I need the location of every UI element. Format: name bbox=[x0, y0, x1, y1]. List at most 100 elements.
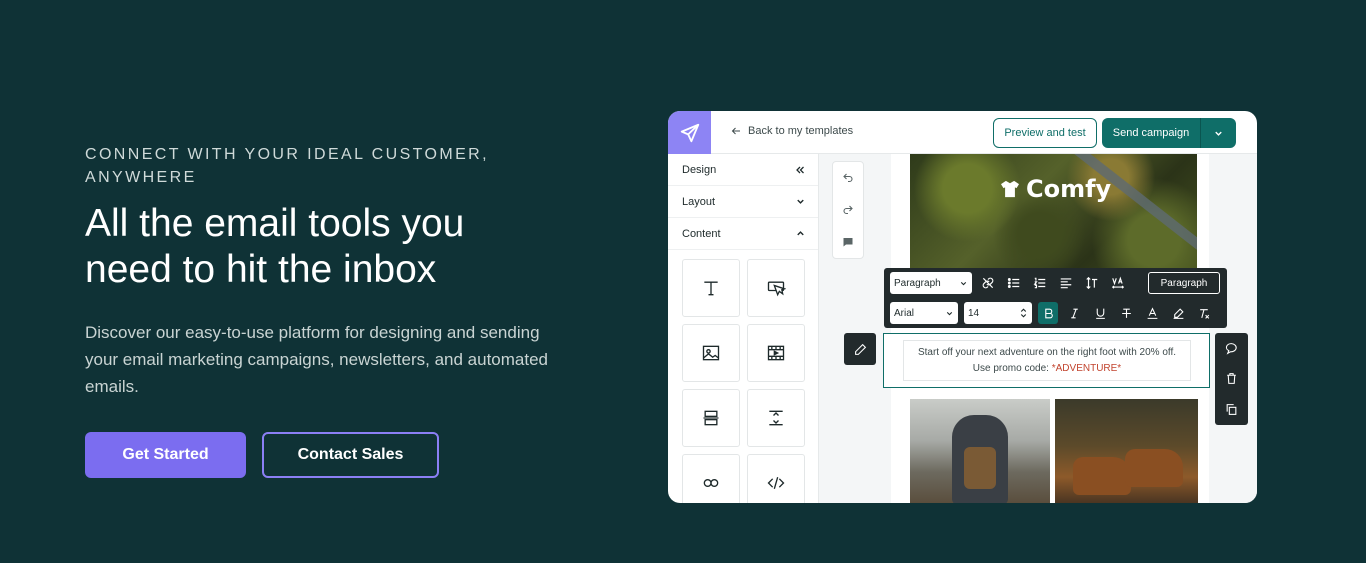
undo-icon bbox=[843, 173, 853, 183]
editor-topbar: Back to my templates Preview and test Se… bbox=[668, 111, 1257, 154]
trash-icon[interactable] bbox=[1225, 372, 1238, 385]
collapse-double-chevron-icon[interactable] bbox=[794, 164, 806, 176]
spacer-block-tile[interactable] bbox=[747, 389, 805, 447]
numbered-list-button[interactable] bbox=[1030, 272, 1050, 294]
align-left-icon bbox=[1060, 278, 1072, 289]
image-block-tile[interactable] bbox=[682, 324, 740, 382]
boot-right bbox=[1125, 449, 1183, 487]
image-icon bbox=[702, 345, 720, 361]
underline-button[interactable] bbox=[1090, 302, 1110, 324]
promo-code: *ADVENTURE* bbox=[1051, 363, 1122, 374]
video-block-tile[interactable] bbox=[747, 324, 805, 382]
italic-icon bbox=[1070, 308, 1078, 318]
tshirt-icon bbox=[1001, 180, 1019, 198]
code-icon bbox=[767, 476, 785, 490]
numbered-list-icon bbox=[1033, 277, 1046, 289]
stepper-arrows-icon bbox=[1020, 308, 1027, 318]
boot-left bbox=[1073, 457, 1131, 495]
clear-formatting-button[interactable] bbox=[1194, 302, 1214, 324]
send-campaign-button[interactable]: Send campaign bbox=[1102, 118, 1236, 148]
button-block-tile[interactable] bbox=[747, 259, 805, 317]
content-blocks-grid bbox=[682, 259, 805, 503]
sidebar-content-label: Content bbox=[682, 227, 721, 240]
arrow-left-icon bbox=[731, 127, 740, 135]
edit-block-button[interactable] bbox=[844, 333, 876, 365]
duplicate-icon[interactable] bbox=[1225, 403, 1238, 416]
chevron-down-icon bbox=[1215, 131, 1222, 136]
promo-line-2: Use promo code: *ADVENTURE* bbox=[904, 361, 1190, 377]
link-off-icon bbox=[982, 277, 994, 289]
text-color-button[interactable] bbox=[1142, 302, 1162, 324]
sidebar-design-label: Design bbox=[682, 163, 717, 176]
unlink-button[interactable] bbox=[978, 272, 998, 294]
cursor-click-icon bbox=[767, 281, 786, 297]
bold-button[interactable] bbox=[1038, 302, 1058, 324]
underline-icon bbox=[1095, 308, 1105, 319]
hero-headline: All the email tools you need to hit the … bbox=[85, 202, 465, 291]
video-icon bbox=[767, 345, 785, 361]
preview-and-test-button[interactable]: Preview and test bbox=[993, 118, 1097, 148]
hero-description: Discover our easy-to-use platform for de… bbox=[85, 323, 549, 396]
block-type-select[interactable]: Paragraph bbox=[890, 272, 972, 294]
hero-eyebrow: CONNECT WITH YOUR IDEAL CUSTOMER, ANYWHE… bbox=[85, 146, 489, 186]
redo-button[interactable] bbox=[833, 194, 863, 226]
font-size-stepper[interactable]: 14 bbox=[964, 302, 1032, 324]
back-link-label: Back to my templates bbox=[748, 125, 854, 137]
comment-icon bbox=[843, 238, 853, 247]
text-icon bbox=[704, 281, 718, 296]
line-height-icon bbox=[1086, 276, 1098, 290]
text-block-tile[interactable] bbox=[682, 259, 740, 317]
strikethrough-icon bbox=[1121, 308, 1131, 318]
font-family-value: Arial bbox=[894, 307, 915, 319]
contact-sales-button[interactable]: Contact Sales bbox=[262, 432, 439, 478]
font-family-select[interactable]: Arial bbox=[890, 302, 958, 324]
banner-road bbox=[1058, 154, 1197, 265]
sidebar-item-layout[interactable]: Layout bbox=[668, 186, 818, 218]
cta-group: Get Started Contact Sales bbox=[85, 432, 439, 478]
strikethrough-button[interactable] bbox=[1116, 302, 1136, 324]
comments-button[interactable] bbox=[833, 226, 863, 258]
text-block-content[interactable]: Start off your next adventure on the rig… bbox=[903, 340, 1191, 381]
block-type-value: Paragraph bbox=[894, 277, 941, 289]
backpack bbox=[964, 447, 996, 489]
get-started-button[interactable]: Get Started bbox=[85, 432, 246, 478]
sidebar-item-design[interactable]: Design bbox=[668, 154, 818, 186]
promo-prefix: Use promo code: bbox=[972, 363, 1052, 374]
paper-plane-logo bbox=[668, 111, 711, 154]
formatting-row-bottom: Arial 14 bbox=[890, 302, 1214, 324]
text-color-icon bbox=[1147, 306, 1157, 319]
paragraph-style-button[interactable]: Paragraph bbox=[1148, 272, 1220, 294]
chevron-up-icon bbox=[797, 231, 804, 236]
bold-icon bbox=[1044, 308, 1053, 318]
letter-spacing-button[interactable] bbox=[1108, 272, 1128, 294]
paper-plane-icon bbox=[680, 123, 699, 142]
html-block-tile[interactable] bbox=[747, 454, 805, 503]
redo-icon bbox=[843, 205, 853, 215]
hiker-photo bbox=[910, 399, 1050, 503]
clear-format-icon bbox=[1199, 308, 1209, 319]
formatting-row-top: Paragraph bbox=[890, 272, 1128, 294]
undo-button[interactable] bbox=[833, 162, 863, 194]
brand-name: Comfy bbox=[1026, 175, 1112, 203]
comment-icon[interactable] bbox=[1225, 342, 1238, 355]
back-to-templates-link[interactable]: Back to my templates bbox=[730, 125, 853, 137]
social-links-icon bbox=[703, 479, 719, 487]
email-editor-preview: Back to my templates Preview and test Se… bbox=[668, 111, 1257, 503]
block-actions-toolbar bbox=[1215, 333, 1248, 425]
align-button[interactable] bbox=[1056, 272, 1076, 294]
social-block-tile[interactable] bbox=[682, 454, 740, 503]
boots-photo bbox=[1055, 399, 1198, 503]
line-height-button[interactable] bbox=[1082, 272, 1102, 294]
brand-banner-image: Comfy bbox=[910, 154, 1197, 269]
bulleted-list-button[interactable] bbox=[1004, 272, 1024, 294]
chevron-down-icon bbox=[797, 199, 804, 204]
brand-logo: Comfy bbox=[1000, 175, 1111, 203]
sidebar-layout-label: Layout bbox=[682, 195, 716, 208]
highlight-button[interactable] bbox=[1168, 302, 1188, 324]
font-size-value: 14 bbox=[968, 307, 980, 319]
sidebar-item-content[interactable]: Content bbox=[668, 218, 818, 250]
divider-block-tile[interactable] bbox=[682, 389, 740, 447]
italic-button[interactable] bbox=[1064, 302, 1084, 324]
selected-text-block[interactable]: Start off your next adventure on the rig… bbox=[883, 333, 1210, 388]
send-options-dropdown[interactable] bbox=[1201, 128, 1236, 139]
